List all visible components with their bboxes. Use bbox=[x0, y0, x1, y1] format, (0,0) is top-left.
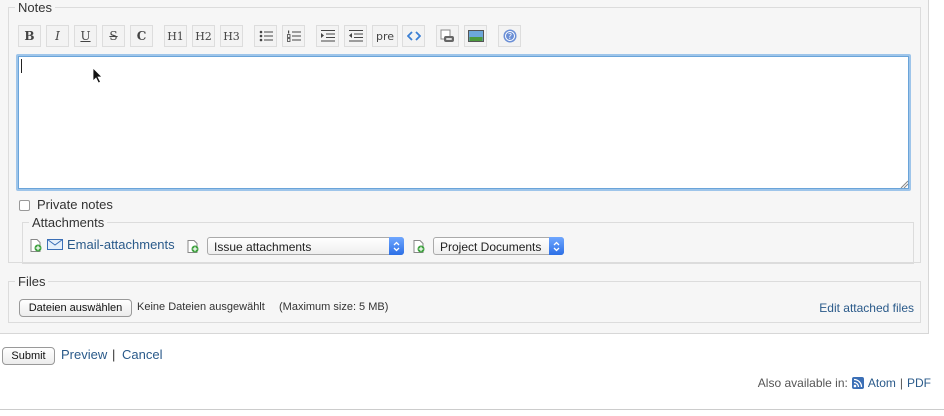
add-attachment-icon[interactable] bbox=[413, 240, 425, 253]
text-caret bbox=[21, 59, 22, 73]
link-icon bbox=[440, 29, 454, 42]
select-arrows-icon bbox=[549, 237, 564, 255]
image-button[interactable] bbox=[464, 25, 487, 47]
notes-legend: Notes bbox=[18, 0, 52, 15]
help-icon: ? bbox=[503, 29, 516, 43]
files-legend: Files bbox=[18, 274, 46, 289]
page-bottom-divider bbox=[0, 409, 944, 410]
select-arrows-icon bbox=[389, 237, 404, 255]
italic-button[interactable]: I bbox=[46, 25, 69, 47]
files-fieldset: Files bbox=[8, 274, 921, 323]
heading3-button[interactable]: H3 bbox=[220, 25, 243, 47]
outdent-icon bbox=[348, 30, 363, 42]
heading2-button[interactable]: H2 bbox=[192, 25, 215, 47]
indent-button[interactable] bbox=[316, 25, 339, 47]
issue-attachments-select[interactable]: Issue attachments bbox=[207, 237, 404, 255]
bullet-list-button[interactable] bbox=[254, 25, 277, 47]
mouse-pointer-icon bbox=[92, 67, 103, 84]
preview-link[interactable]: Preview bbox=[61, 347, 107, 362]
project-documents-select[interactable]: Project Documents bbox=[433, 237, 564, 255]
private-notes-label: Private notes bbox=[37, 197, 113, 212]
attachments-legend: Attachments bbox=[32, 215, 105, 230]
preformatted-button[interactable]: pre bbox=[372, 25, 398, 47]
notes-editor[interactable] bbox=[16, 54, 911, 191]
pdf-link[interactable]: PDF bbox=[907, 376, 931, 390]
numbered-list-button[interactable] bbox=[282, 25, 305, 47]
max-size-label: (Maximum size: 5 MB) bbox=[279, 301, 389, 313]
footer-separator: | bbox=[899, 376, 903, 390]
private-notes-checkbox[interactable] bbox=[19, 200, 30, 211]
numbered-list-icon bbox=[286, 30, 301, 42]
email-icon bbox=[47, 239, 63, 250]
cancel-link[interactable]: Cancel bbox=[122, 347, 162, 362]
strikethrough-button[interactable]: S bbox=[102, 25, 125, 47]
other-formats: Also available in: Atom | PDF bbox=[758, 376, 931, 390]
outdent-button[interactable] bbox=[344, 25, 367, 47]
bullet-list-icon bbox=[259, 30, 273, 42]
email-attachments-link[interactable]: Email-attachments bbox=[67, 237, 175, 252]
issue-attachments-select-value: Issue attachments bbox=[214, 240, 312, 254]
link-button[interactable] bbox=[436, 25, 459, 47]
code-icon bbox=[406, 31, 421, 41]
help-button[interactable]: ? bbox=[498, 25, 521, 47]
bold-button[interactable]: B bbox=[18, 25, 41, 47]
add-attachment-icon[interactable] bbox=[30, 239, 42, 252]
actions-separator: | bbox=[112, 347, 116, 362]
submit-button[interactable]: Submit bbox=[2, 347, 55, 365]
project-documents-select-value: Project Documents bbox=[440, 240, 542, 254]
heading1-button[interactable]: H1 bbox=[164, 25, 187, 47]
atom-link[interactable]: Atom bbox=[868, 376, 896, 390]
inline-code-button[interactable]: C bbox=[130, 25, 153, 47]
image-icon bbox=[467, 30, 484, 42]
feed-icon bbox=[851, 377, 864, 389]
indent-icon bbox=[320, 30, 335, 42]
svg-text:?: ? bbox=[507, 32, 511, 41]
code-block-button[interactable] bbox=[402, 25, 425, 47]
add-attachment-icon[interactable] bbox=[187, 240, 199, 253]
choose-files-button[interactable]: Dateien auswählen bbox=[19, 299, 132, 317]
also-available-label: Also available in: bbox=[757, 376, 848, 390]
no-files-label: Keine Dateien ausgewählt bbox=[137, 301, 265, 313]
resize-handle-icon[interactable] bbox=[900, 180, 909, 189]
edit-attached-files-link[interactable]: Edit attached files bbox=[819, 301, 914, 315]
underline-button[interactable]: U bbox=[74, 25, 97, 47]
